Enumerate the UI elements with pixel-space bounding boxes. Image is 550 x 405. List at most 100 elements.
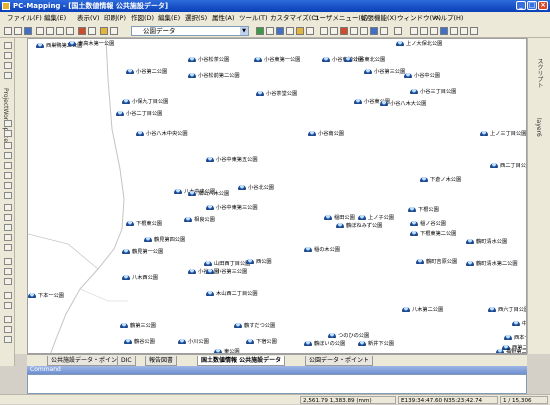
- select-icon[interactable]: [394, 27, 402, 35]
- poi-marker-icon[interactable]: [126, 221, 134, 226]
- menu-item-customize[interactable]: カスタマイズ(C): [270, 13, 318, 23]
- poi-marker-icon[interactable]: [512, 321, 520, 326]
- pen-icon[interactable]: [320, 27, 328, 35]
- menu-item-tools[interactable]: ツール(T): [239, 13, 268, 23]
- poi-marker-icon[interactable]: [254, 57, 262, 62]
- poi-marker-icon[interactable]: [416, 259, 424, 264]
- poi-marker-icon[interactable]: [206, 157, 214, 162]
- poi-marker-icon[interactable]: [344, 57, 352, 62]
- map-icon[interactable]: [296, 27, 304, 35]
- view3-icon[interactable]: [430, 27, 438, 35]
- poi-marker-icon[interactable]: [256, 91, 264, 96]
- draw-circle-icon[interactable]: [4, 182, 12, 189]
- draw-rect-icon[interactable]: [4, 172, 12, 179]
- view1-icon[interactable]: [410, 27, 418, 35]
- poi-marker-icon[interactable]: [188, 73, 196, 78]
- text-icon[interactable]: [360, 27, 368, 35]
- poi-marker-icon[interactable]: [144, 237, 152, 242]
- poi-marker-icon[interactable]: [358, 341, 366, 346]
- fit-icon[interactable]: [4, 120, 12, 127]
- attr-icon[interactable]: [380, 27, 388, 35]
- poi-marker-icon[interactable]: [124, 339, 132, 344]
- print-icon[interactable]: [36, 27, 44, 35]
- poi-marker-icon[interactable]: [322, 57, 330, 62]
- poi-marker-icon[interactable]: [504, 335, 512, 340]
- layer-prop-icon[interactable]: [286, 27, 294, 35]
- poi-marker-icon[interactable]: [354, 99, 362, 104]
- poi-marker-icon[interactable]: [206, 269, 214, 274]
- minimize-button[interactable]: _: [516, 1, 526, 10]
- add-layer-icon[interactable]: [256, 27, 264, 35]
- view4-icon[interactable]: [440, 27, 448, 35]
- delete-icon[interactable]: [4, 244, 12, 251]
- poi-marker-icon[interactable]: [336, 223, 344, 228]
- tab-report[interactable]: 報告図書: [145, 356, 178, 366]
- poi-marker-icon[interactable]: [178, 339, 186, 344]
- poi-marker-icon[interactable]: [308, 131, 316, 136]
- menu-item-select[interactable]: 選択(S): [185, 13, 207, 23]
- tool-b-icon[interactable]: [4, 326, 12, 333]
- poi-marker-icon[interactable]: [68, 41, 76, 46]
- maximize-button[interactable]: □: [527, 1, 537, 10]
- poi-marker-icon[interactable]: [410, 221, 418, 226]
- poi-marker-icon[interactable]: [466, 261, 474, 266]
- poi-marker-icon[interactable]: [136, 131, 144, 136]
- layer-select[interactable]: 公園データ ▼: [131, 26, 249, 36]
- poi-marker-icon[interactable]: [122, 249, 130, 254]
- poi-marker-icon[interactable]: [480, 131, 488, 136]
- layer6-tab[interactable]: layer6: [535, 118, 542, 137]
- move-icon[interactable]: [4, 224, 12, 231]
- layer-up-icon[interactable]: [266, 27, 274, 35]
- tool-a-icon[interactable]: [4, 316, 12, 323]
- layer-icon[interactable]: [100, 27, 108, 35]
- poi-marker-icon[interactable]: [328, 333, 336, 338]
- attr-table-icon[interactable]: [4, 302, 12, 309]
- view2-icon[interactable]: [420, 27, 428, 35]
- poi-marker-icon[interactable]: [188, 269, 196, 274]
- poi-marker-icon[interactable]: [126, 69, 134, 74]
- poi-marker-icon[interactable]: [420, 177, 428, 182]
- line-icon[interactable]: [330, 27, 338, 35]
- poi-marker-icon[interactable]: [122, 99, 130, 104]
- poi-marker-icon[interactable]: [358, 215, 366, 220]
- undo-icon[interactable]: [78, 27, 86, 35]
- script-tab[interactable]: スクリプト: [535, 58, 544, 88]
- chevron-down-icon[interactable]: ▼: [240, 27, 248, 35]
- poi-marker-icon[interactable]: [304, 341, 312, 346]
- tab-public-facility-point[interactable]: 公共施設データ・ポイント: [47, 356, 128, 366]
- menu-item-help[interactable]: ヘルプ(H): [434, 13, 463, 23]
- draw-text-icon[interactable]: [4, 192, 12, 199]
- poi-marker-icon[interactable]: [410, 231, 418, 236]
- tab-national-facility-data[interactable]: 国土数値情報 公共施設データ: [197, 356, 286, 366]
- redo-icon[interactable]: [88, 27, 96, 35]
- poi-marker-icon[interactable]: [204, 261, 212, 266]
- poi-marker-icon[interactable]: [488, 307, 496, 312]
- menu-item-user[interactable]: ユーザメニュー(U): [313, 13, 368, 23]
- tool-icon[interactable]: [110, 27, 118, 35]
- poi-marker-icon[interactable]: [120, 323, 128, 328]
- draw-line-icon[interactable]: [4, 152, 12, 159]
- zoom-out-icon[interactable]: [4, 62, 12, 69]
- poi-marker-icon[interactable]: [466, 239, 474, 244]
- grid-icon[interactable]: [306, 27, 314, 35]
- layer-down-icon[interactable]: [276, 27, 284, 35]
- poi-marker-icon[interactable]: [396, 41, 404, 46]
- cut-icon[interactable]: [46, 27, 54, 35]
- poi-marker-icon[interactable]: [410, 89, 418, 94]
- poi-marker-icon[interactable]: [402, 307, 410, 312]
- poi-marker-icon[interactable]: [246, 339, 254, 344]
- poi-marker-icon[interactable]: [234, 323, 242, 328]
- save-icon[interactable]: [24, 27, 32, 35]
- poi-marker-icon[interactable]: [490, 163, 498, 168]
- refresh-icon[interactable]: [4, 130, 12, 137]
- menu-item-extension[interactable]: 拡張機能(X): [361, 13, 397, 23]
- measure-tool-icon[interactable]: [4, 204, 12, 211]
- menu-item-edit-1[interactable]: 編集(E): [44, 13, 66, 23]
- measure-icon[interactable]: [370, 27, 378, 35]
- poi-marker-icon[interactable]: [184, 217, 192, 222]
- poi-marker-icon[interactable]: [380, 101, 388, 106]
- menu-item-file[interactable]: ファイル(F): [7, 13, 42, 23]
- close-button[interactable]: ×: [538, 1, 548, 10]
- paste-icon[interactable]: [66, 27, 74, 35]
- poi-marker-icon[interactable]: [28, 293, 36, 298]
